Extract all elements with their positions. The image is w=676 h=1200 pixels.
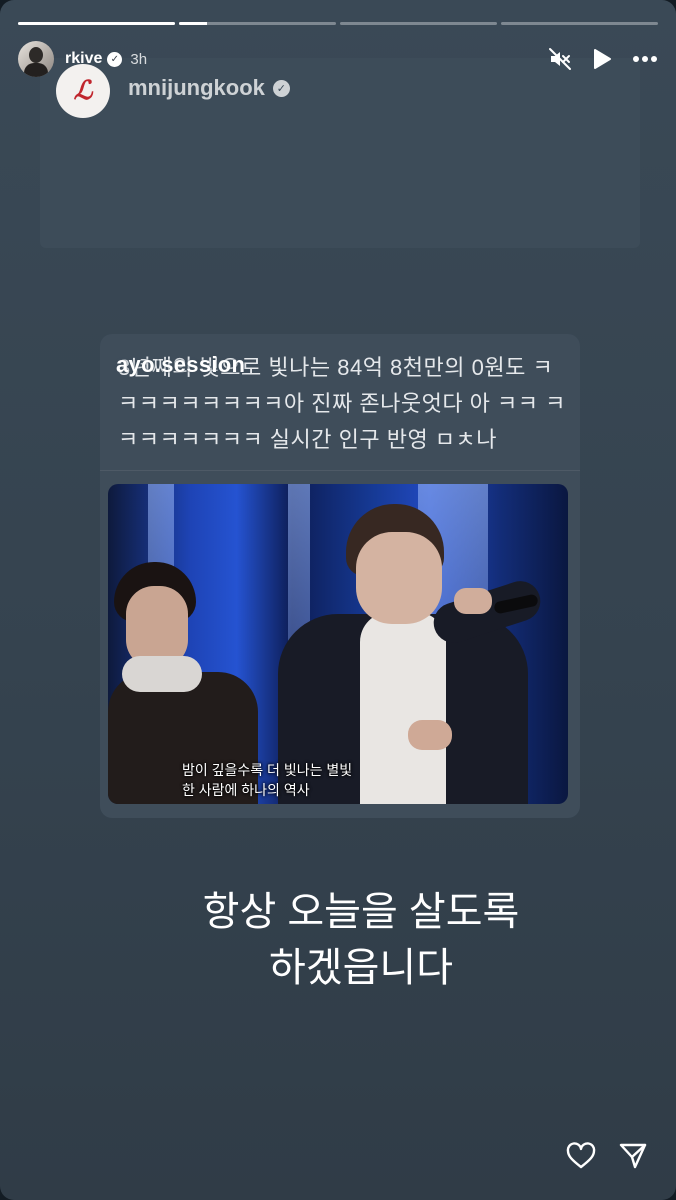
video-subtitle-line: 밤이 깊을수록 더 빛나는 별빛 xyxy=(182,762,353,778)
progress-segment xyxy=(501,22,658,25)
story-timestamp: 3h xyxy=(130,50,148,68)
avatar[interactable] xyxy=(18,41,54,77)
original-username-label: mnijungkook xyxy=(128,75,265,100)
speaker-muted-icon[interactable] xyxy=(548,47,572,71)
story-progress-bar xyxy=(18,22,658,25)
performer-silhouette xyxy=(122,656,202,692)
performer-silhouette xyxy=(454,588,492,614)
shared-post-card[interactable]: ℒ mnijungkook ✓ xyxy=(40,58,640,248)
progress-segment xyxy=(340,22,497,25)
video-subtitle: 밤이 깊을수록 더 빛나는 별빛 한 사람에 하나의 역사 xyxy=(182,760,352,800)
performer-silhouette xyxy=(360,612,446,804)
more-icon[interactable] xyxy=(632,55,658,63)
caption-line: 항상 오늘을 살도록 xyxy=(202,890,520,934)
verified-badge-icon: ✓ xyxy=(107,51,123,67)
send-icon[interactable] xyxy=(618,1142,648,1170)
performer-silhouette xyxy=(408,720,452,750)
progress-segment xyxy=(18,22,175,25)
video-thumbnail[interactable]: 밤이 깊을수록 더 빛나는 별빛 한 사람에 하나의 역사 xyxy=(108,484,568,804)
embedded-post-card[interactable]: 3년째의 빛으로 빛나는 84억 8천만의 0원도 ㅋㅋㅋㅋㅋㅋㅋㅋㅋ아 진짜 … xyxy=(100,334,580,818)
progress-fill xyxy=(18,22,175,25)
post-author-handle[interactable]: ayo.session xyxy=(116,352,245,378)
progress-segment xyxy=(179,22,336,25)
caption-line: 하겠읍니다 xyxy=(269,946,453,990)
post-divider xyxy=(100,470,580,471)
brand-logo-icon: ℒ xyxy=(73,76,93,106)
story-controls xyxy=(548,47,658,71)
heart-icon[interactable] xyxy=(566,1142,596,1170)
progress-fill xyxy=(179,22,208,25)
story-caption: 항상 오늘을 살도록 하겠읍니다 xyxy=(0,884,676,996)
story-header: rkive ✓ 3h xyxy=(18,40,658,78)
video-subtitle-line: 한 사람에 하나의 역사 xyxy=(182,782,310,798)
story-username[interactable]: rkive xyxy=(65,50,102,68)
performer-silhouette xyxy=(356,532,442,624)
verified-badge-icon: ✓ xyxy=(272,79,290,97)
story-viewer[interactable]: ℒ mnijungkook ✓ rkive ✓ 3h 3년째의 빛으로 빛나는 … xyxy=(0,0,676,1200)
story-actions xyxy=(566,1142,648,1170)
play-icon[interactable] xyxy=(592,48,612,70)
original-poster-username[interactable]: mnijungkook ✓ xyxy=(128,75,290,101)
